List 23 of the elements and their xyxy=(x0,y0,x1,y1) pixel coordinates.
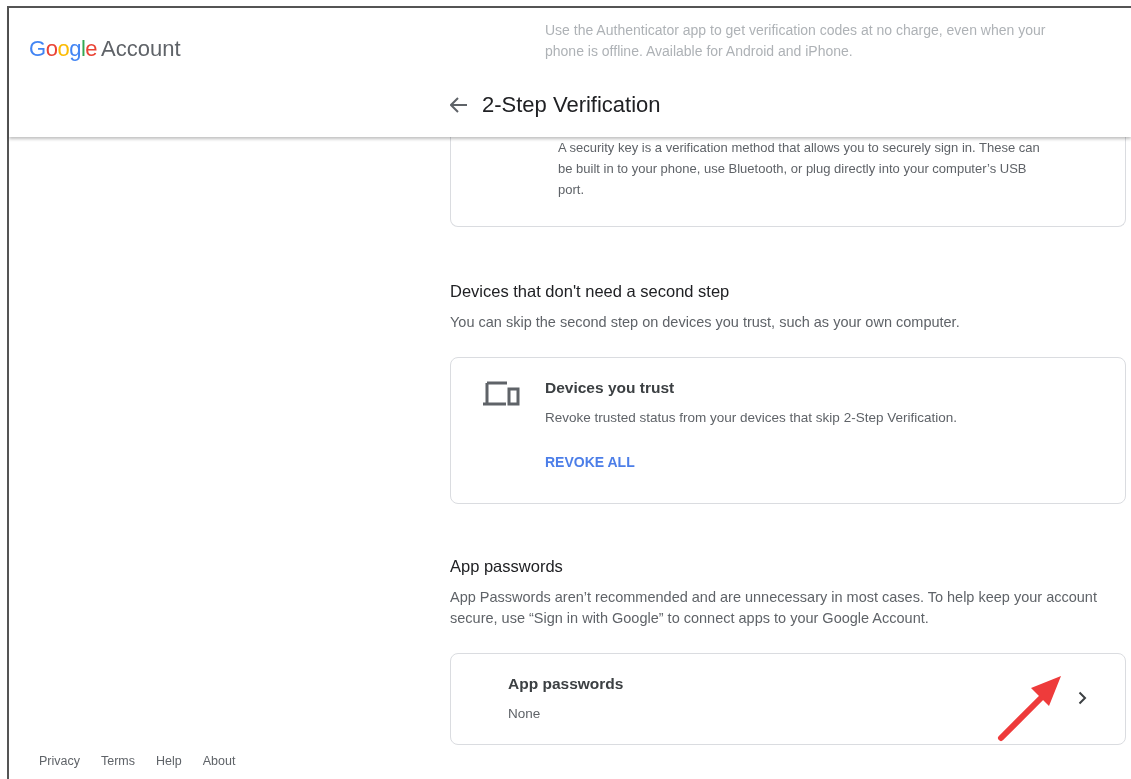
product-name: Account xyxy=(101,36,181,61)
security-key-card[interactable]: A security key is a verification method that allows you to securely sign in. These can be built in to your phone, use Bluetooth, or plug directly into your computer’s USB port. xyxy=(450,137,1126,227)
page-title: 2-Step Verification xyxy=(482,91,661,119)
card-value: None xyxy=(508,705,542,723)
card-description: A security key is a verification method that allows you to securely sign in. These can be built in to your phone, use Bluetooth, or plug directly into your computer’s USB port. xyxy=(558,139,1041,199)
footer-link[interactable]: Privacy xyxy=(39,752,80,771)
card-title: App passwords xyxy=(508,673,625,694)
card-title: Devices you trust xyxy=(545,377,676,398)
devices-icon xyxy=(483,379,521,407)
app-passwords-row[interactable]: App passwords None xyxy=(450,652,1126,745)
google-logo[interactable]: Google xyxy=(29,36,97,61)
section-description: App Passwords aren’t recommended and are unnecessary in most cases. To help keep your account secure, use “Sign in with Google” to connect apps to your Google Account. xyxy=(450,587,1098,628)
obscured-text: Use the Authenticator app to get verification codes at no charge, even when your phone is offline. Available for Android and iPhone. xyxy=(544,21,1047,61)
footer-link[interactable]: About xyxy=(202,752,236,771)
chevron-right-icon[interactable] xyxy=(1078,690,1087,705)
footer-link[interactable]: Terms xyxy=(101,752,135,771)
card-description: Revoke trusted status from your devices that skip 2-Step Verification. xyxy=(545,409,957,427)
revoke-all-link[interactable]: REVOKE ALL xyxy=(545,454,635,470)
section-heading: Devices that don't need a second step xyxy=(450,281,731,302)
section-description: You can skip the second step on devices you trust, such as your own computer. xyxy=(450,312,961,332)
footer-link[interactable]: Help xyxy=(156,752,182,771)
section-heading: App passwords xyxy=(450,556,564,577)
back-arrow-icon[interactable] xyxy=(450,96,468,113)
